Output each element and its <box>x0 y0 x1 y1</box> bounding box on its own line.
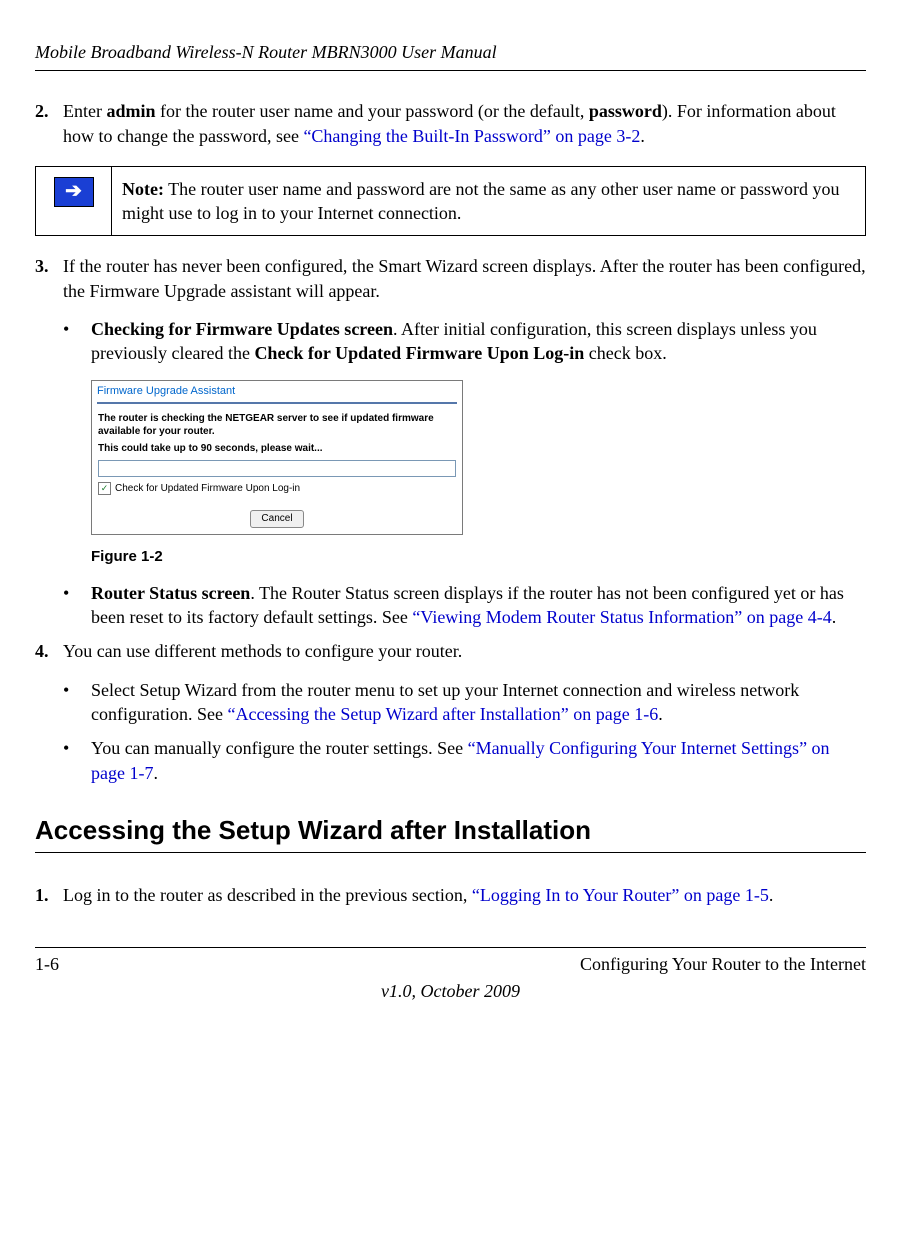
bullet-body: You can manually configure the router se… <box>91 736 866 785</box>
cancel-button[interactable]: Cancel <box>250 510 303 528</box>
page-number: 1-6 <box>35 952 59 976</box>
step-3: 3. If the router has never been configur… <box>35 254 866 303</box>
chapter-title: Configuring Your Router to the Internet <box>580 952 866 976</box>
bullet-checking-firmware: • Checking for Firmware Updates screen. … <box>63 317 866 366</box>
bullet-mark: • <box>63 678 91 727</box>
text: check box. <box>584 343 666 363</box>
note-label: Note: <box>122 179 164 199</box>
bold: Checking for Firmware Updates screen <box>91 319 393 339</box>
bullet-mark: • <box>63 736 91 785</box>
figure-button-row: Cancel <box>92 501 462 534</box>
step-number: 3. <box>35 254 63 303</box>
link-logging-in[interactable]: “Logging In to Your Router” on page 1-5 <box>472 885 769 905</box>
figure-caption: Figure 1-2 <box>91 547 866 567</box>
bullet-router-status: • Router Status screen. The Router Statu… <box>63 581 866 630</box>
link-change-password[interactable]: “Changing the Built-In Password” on page… <box>303 126 640 146</box>
text: . <box>832 607 837 627</box>
bullet-setup-wizard: • Select Setup Wizard from the router me… <box>63 678 866 727</box>
link-router-status[interactable]: “Viewing Modem Router Status Information… <box>412 607 831 627</box>
step-body: Log in to the router as described in the… <box>63 883 866 907</box>
checkbox-label: Check for Updated Firmware Upon Log-in <box>115 482 300 496</box>
text: . <box>153 763 158 783</box>
section-heading: Accessing the Setup Wizard after Install… <box>35 813 866 848</box>
checkbox-icon[interactable]: ✓ <box>98 482 111 495</box>
figure-line1: The router is checking the NETGEAR serve… <box>92 410 462 440</box>
figure-separator <box>97 402 457 404</box>
figure-window-title: Firmware Upgrade Assistant <box>92 381 462 402</box>
section-rule <box>35 852 866 853</box>
step-2: 2. Enter admin for the router user name … <box>35 99 866 148</box>
text: Log in to the router as described in the… <box>63 885 472 905</box>
bullet-manual-config: • You can manually configure the router … <box>63 736 866 785</box>
step-body: If the router has never been configured,… <box>63 254 866 303</box>
bullet-mark: • <box>63 581 91 630</box>
step-number: 2. <box>35 99 63 148</box>
figure-line2: This could take up to 90 seconds, please… <box>92 440 462 457</box>
bold-admin: admin <box>106 101 155 121</box>
text: . <box>658 704 663 724</box>
note-text-cell: Note: The router user name and password … <box>112 166 866 236</box>
text: for the router user name and your passwo… <box>156 101 589 121</box>
bold: Router Status screen <box>91 583 250 603</box>
step-number: 1. <box>35 883 63 907</box>
section-step-1: 1. Log in to the router as described in … <box>35 883 866 907</box>
checkbox-row: ✓ Check for Updated Firmware Upon Log-in <box>92 480 462 502</box>
arrow-right-icon: ➔ <box>54 177 94 207</box>
text: You can manually configure the router se… <box>91 738 468 758</box>
note-box: ➔ Note: The router user name and passwor… <box>35 166 866 237</box>
step-number: 4. <box>35 639 63 663</box>
bold: Check for Updated Firmware Upon Log-in <box>254 343 584 363</box>
text: . <box>769 885 774 905</box>
step-body: Enter admin for the router user name and… <box>63 99 866 148</box>
bullet-body: Router Status screen. The Router Status … <box>91 581 866 630</box>
progress-bar <box>98 460 456 477</box>
text: . <box>640 126 645 146</box>
note-text: The router user name and password are no… <box>122 179 839 223</box>
running-header: Mobile Broadband Wireless-N Router MBRN3… <box>35 40 866 71</box>
bullet-mark: • <box>63 317 91 366</box>
link-setup-wizard[interactable]: “Accessing the Setup Wizard after Instal… <box>227 704 658 724</box>
note-icon-cell: ➔ <box>36 166 112 236</box>
version-line: v1.0, October 2009 <box>35 979 866 1003</box>
step-body: You can use different methods to configu… <box>63 639 866 663</box>
page-footer: 1-6 Configuring Your Router to the Inter… <box>35 947 866 1003</box>
step-4: 4. You can use different methods to conf… <box>35 639 866 663</box>
bullet-body: Select Setup Wizard from the router menu… <box>91 678 866 727</box>
bold-password: password <box>589 101 662 121</box>
text: Enter <box>63 101 106 121</box>
figure-1-2-container: Firmware Upgrade Assistant The router is… <box>91 380 866 539</box>
bullet-body: Checking for Firmware Updates screen. Af… <box>91 317 866 366</box>
figure-screenshot: Firmware Upgrade Assistant The router is… <box>91 380 463 535</box>
